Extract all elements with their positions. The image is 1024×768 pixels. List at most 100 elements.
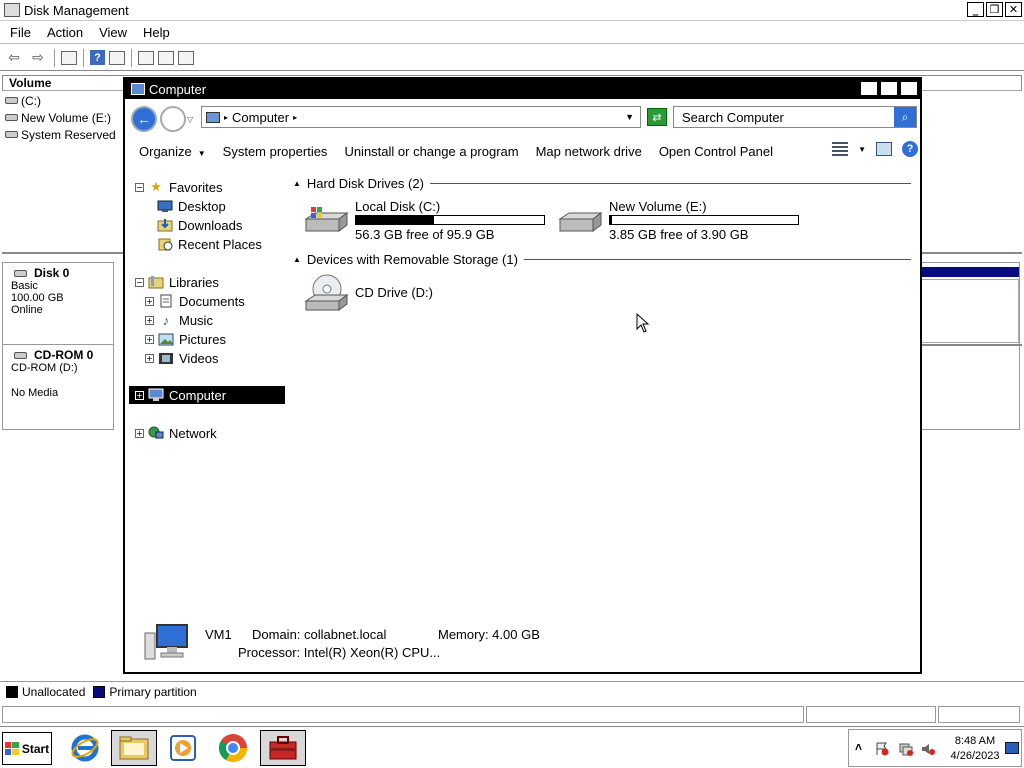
media-player-taskbar-button[interactable] <box>160 730 206 766</box>
show-hide-tree-icon[interactable] <box>61 50 77 65</box>
menu-action[interactable]: Action <box>39 25 91 40</box>
address-dropdown-icon[interactable]: ▼ <box>625 112 634 122</box>
properties-icon[interactable] <box>158 50 174 65</box>
network-status-icon[interactable] <box>899 742 913 756</box>
nav-music[interactable]: + ♪ Music <box>145 311 213 329</box>
show-hidden-icons-icon[interactable]: ˄ <box>855 740 862 754</box>
nav-documents[interactable]: + Documents <box>145 292 245 310</box>
explorer-titlebar[interactable]: Computer _ ☐ ✕ <box>125 79 920 99</box>
disk-0-label[interactable]: Disk 0 Basic 100.00 GB Online <box>3 263 113 345</box>
expand-icon[interactable]: + <box>145 315 154 325</box>
nav-downloads[interactable]: Downloads <box>157 216 242 234</box>
partition-block[interactable] <box>921 279 1019 343</box>
internet-explorer-taskbar-button[interactable] <box>62 730 108 766</box>
nav-network[interactable]: + Network <box>135 424 217 442</box>
windows-explorer-taskbar-button[interactable] <box>111 730 157 766</box>
group-header-hard-disks[interactable]: ▲ Hard Disk Drives (2) <box>293 175 911 191</box>
uninstall-program-button[interactable]: Uninstall or change a program <box>344 144 518 159</box>
disk-size: 100.00 GB <box>11 292 64 304</box>
back-button[interactable]: ← <box>131 106 157 132</box>
primary-partition-swatch <box>93 685 106 698</box>
close-button[interactable]: ✕ <box>1005 2 1022 17</box>
nav-computer[interactable]: + Computer <box>129 386 285 404</box>
organize-button[interactable]: Organize ▼ <box>139 144 206 159</box>
system-properties-button[interactable]: System properties <box>223 144 328 159</box>
drive-usage-bar <box>609 215 799 225</box>
expand-icon[interactable]: + <box>145 353 154 363</box>
nav-favorites[interactable]: − ★ Favorites <box>135 178 222 196</box>
nav-videos[interactable]: + Videos <box>145 349 219 367</box>
clock-date: 4/26/2023 <box>950 750 1000 762</box>
breadcrumb-arrow-icon[interactable]: ▸ <box>293 113 297 122</box>
maximize-button[interactable]: ☐ <box>880 81 898 96</box>
cdrom-0-label[interactable]: CD-ROM 0 CD-ROM (D:) No Media <box>3 345 113 429</box>
collapse-group-icon[interactable]: ▲ <box>293 255 301 264</box>
expand-icon[interactable]: + <box>145 296 154 306</box>
details-pane: VM1 Domain: collabnet.local Memory: 4.00… <box>143 623 643 667</box>
collapse-icon[interactable]: − <box>135 277 144 287</box>
volume-row[interactable]: New Volume (E:) <box>2 109 126 126</box>
restore-button[interactable]: ❐ <box>986 2 1003 17</box>
disk-icon <box>5 97 18 104</box>
clock[interactable]: 8:48 AM 4/26/2023 <box>945 734 1005 764</box>
explorer-window: Computer _ ☐ ✕ ← ▽ ▸ Computer ▸ ▼ ⇄ Sear… <box>123 77 922 674</box>
collapse-icon[interactable]: − <box>135 182 144 192</box>
volume-row[interactable]: System Reserved <box>2 126 126 143</box>
disk-list: Disk 0 Basic 100.00 GB Online CD-ROM 0 C… <box>2 262 114 430</box>
start-button[interactable]: Start <box>2 732 52 765</box>
back-arrow-icon[interactable]: ⇦ <box>4 49 24 67</box>
map-network-drive-button[interactable]: Map network drive <box>536 144 642 159</box>
rescan-icon[interactable] <box>178 50 194 65</box>
menu-view[interactable]: View <box>91 25 135 40</box>
help-icon[interactable]: ? <box>902 141 918 157</box>
menu-file[interactable]: File <box>2 25 39 40</box>
action-center-flag-icon[interactable] <box>875 742 889 756</box>
chrome-taskbar-button[interactable] <box>210 730 256 766</box>
recent-pages-dropdown[interactable]: ▽ <box>187 115 193 124</box>
preview-pane-icon[interactable] <box>876 142 892 156</box>
collapse-group-icon[interactable]: ▲ <box>293 179 301 188</box>
computer-icon <box>144 624 188 660</box>
breadcrumb-arrow-icon[interactable]: ▸ <box>224 113 228 122</box>
help-icon[interactable]: ? <box>90 50 105 65</box>
nav-libraries[interactable]: − Libraries <box>135 273 219 291</box>
nav-pictures[interactable]: + Pictures <box>145 330 226 348</box>
search-input[interactable]: Search Computer ⌕ <box>673 106 917 128</box>
menu-help[interactable]: Help <box>135 25 178 40</box>
minimize-button[interactable]: _ <box>860 81 878 96</box>
network-icon <box>148 426 164 440</box>
drive-item-d[interactable]: CD Drive (D:) <box>303 273 503 319</box>
nav-desktop[interactable]: Desktop <box>157 197 226 215</box>
volume-muted-icon[interactable] <box>921 742 935 756</box>
forward-button[interactable] <box>160 106 186 132</box>
server-manager-taskbar-button[interactable] <box>260 730 306 766</box>
open-control-panel-button[interactable]: Open Control Panel <box>659 144 773 159</box>
group-label: Devices with Removable Storage (1) <box>306 251 518 267</box>
partition-map[interactable] <box>920 262 1020 430</box>
drive-item-c[interactable]: Local Disk (C:) 56.3 GB free of 95.9 GB <box>303 199 553 245</box>
change-view-icon[interactable] <box>832 142 849 156</box>
refresh-icon[interactable] <box>138 50 154 65</box>
nav-label: Desktop <box>178 198 226 214</box>
show-desktop-button[interactable] <box>1005 742 1019 754</box>
group-header-removable[interactable]: ▲ Devices with Removable Storage (1) <box>293 251 911 267</box>
search-icon[interactable]: ⌕ <box>894 107 916 127</box>
close-button[interactable]: ✕ <box>900 81 918 96</box>
forward-arrow-icon[interactable]: ⇨ <box>28 49 48 67</box>
status-cell <box>2 706 804 723</box>
console-tree-icon[interactable] <box>109 50 125 65</box>
view-dropdown-icon[interactable]: ▼ <box>858 145 866 154</box>
drive-item-e[interactable]: New Volume (E:) 3.85 GB free of 3.90 GB <box>557 199 807 245</box>
expand-icon[interactable]: + <box>145 334 154 344</box>
pictures-icon <box>158 332 174 346</box>
minimize-button[interactable]: _ <box>967 2 984 17</box>
expand-icon[interactable]: + <box>135 390 144 400</box>
refresh-button[interactable]: ⇄ <box>647 108 667 126</box>
volume-row[interactable]: (C:) <box>2 92 126 109</box>
cd-drive-icon <box>304 274 349 311</box>
disk-type: CD-ROM (D:) <box>11 362 78 374</box>
breadcrumb-computer[interactable]: Computer <box>232 110 289 125</box>
expand-icon[interactable]: + <box>135 428 144 438</box>
address-bar[interactable]: ▸ Computer ▸ ▼ <box>201 106 641 128</box>
nav-recent-places[interactable]: Recent Places <box>157 235 262 253</box>
